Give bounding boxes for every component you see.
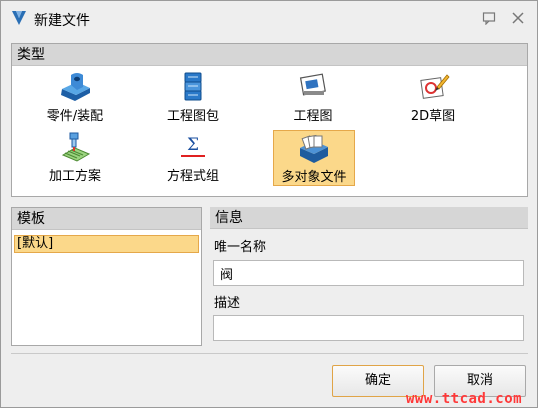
description-label: 描述 [214, 296, 241, 311]
type-item-drawing-package[interactable]: 工程图包 [152, 68, 234, 124]
template-panel: 模板 [默认] [11, 207, 202, 346]
type-item-machining-plan[interactable]: 加工方案 [34, 128, 116, 184]
help-icon[interactable] [482, 11, 496, 25]
multi-object-file-icon [300, 134, 328, 163]
machining-plan-icon [61, 132, 91, 162]
type-item-label: 多对象文件 [281, 170, 347, 185]
info-panel: 信息 唯一名称 描述 [210, 207, 528, 346]
type-item-drawing[interactable]: 工程图 [272, 68, 354, 124]
watermark: www.ttcad.com [406, 391, 523, 407]
title-bar: 新建文件 [1, 1, 537, 37]
type-item-multi-object-file[interactable]: 多对象文件 [273, 130, 355, 186]
type-item-label: 工程图 [293, 109, 333, 124]
type-item-part-assembly[interactable]: 零件/装配 [34, 68, 116, 124]
divider [11, 353, 528, 354]
description-input[interactable] [213, 315, 524, 341]
sketch-2d-icon [420, 74, 450, 99]
drawing-package-icon [184, 72, 202, 101]
type-item-sketch-2d[interactable]: 2D草图 [392, 68, 474, 124]
drawing-icon [299, 73, 326, 96]
close-icon[interactable] [511, 11, 525, 25]
dialog-title: 新建文件 [34, 13, 90, 29]
template-list-item[interactable]: [默认] [14, 235, 199, 253]
type-item-label: 加工方案 [48, 169, 101, 184]
app-logo-icon [12, 11, 26, 25]
part-assembly-icon [61, 73, 90, 101]
type-panel: 类型 零件/装配 工程图包 工程图 2D草图 加工方案 Σ 方程式组 多对象文件 [11, 43, 528, 197]
sigma-glyph: Σ [187, 135, 199, 155]
unique-name-input[interactable] [213, 260, 524, 286]
type-header: 类型 [12, 44, 527, 66]
equation-set-icon: Σ [181, 135, 205, 157]
type-item-label: 2D草图 [410, 109, 456, 124]
info-header: 信息 [210, 207, 528, 229]
template-header: 模板 [12, 208, 201, 230]
unique-name-label: 唯一名称 [214, 240, 267, 255]
type-item-label: 方程式组 [166, 169, 219, 184]
type-item-label: 零件/装配 [46, 109, 104, 124]
type-item-label: 工程图包 [166, 109, 219, 124]
type-item-equation-set[interactable]: Σ 方程式组 [152, 128, 234, 184]
new-file-dialog: 新建文件 类型 零件/装配 工程图包 工程图 2D草图 加工方案 Σ 方程式组 … [0, 0, 538, 408]
